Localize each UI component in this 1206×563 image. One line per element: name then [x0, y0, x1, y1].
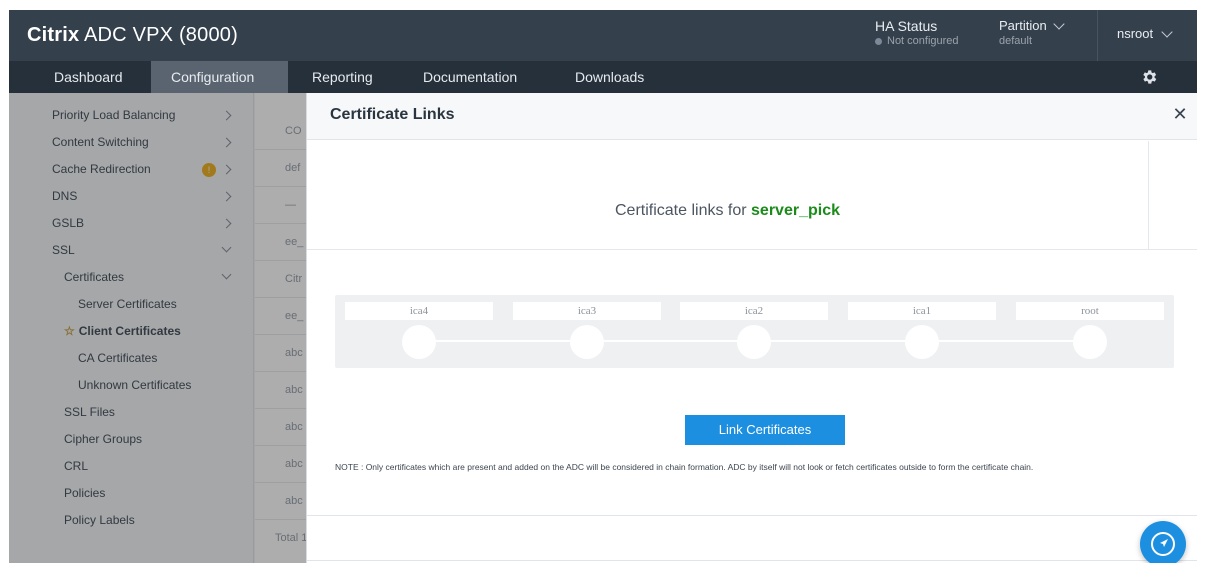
cert-links-prefix: Certificate links for	[614, 202, 747, 219]
ha-status-value: Not configured	[887, 35, 959, 47]
partition-selector[interactable]: Partition default	[999, 17, 1065, 47]
band-divider	[1148, 141, 1149, 250]
tab-label: Dashboard	[54, 69, 123, 85]
chain-formation-note: NOTE : Only certificates which are prese…	[335, 462, 1034, 472]
chain-node-ica1: ica1	[848, 302, 996, 359]
tab-documentation[interactable]: Documentation	[423, 61, 553, 93]
close-icon[interactable]: ✕	[1171, 105, 1189, 123]
chain-node-circle[interactable]	[905, 325, 939, 359]
chevron-down-icon	[1161, 25, 1173, 38]
tab-downloads[interactable]: Downloads	[575, 61, 675, 93]
cert-heading-band: Certificate links for server_pick	[307, 141, 1197, 250]
chain-node-label: ica1	[848, 302, 996, 320]
ha-status-title: HA Status	[875, 18, 938, 34]
certificate-chain: ica4 ica3 ica2 ica1 root	[335, 295, 1174, 368]
tab-configuration[interactable]: Configuration	[151, 61, 288, 93]
user-menu[interactable]: nsroot	[1117, 25, 1173, 41]
tab-dashboard[interactable]: Dashboard	[39, 61, 139, 93]
link-certificates-button[interactable]: Link Certificates	[685, 415, 845, 445]
partition-title-row: Partition	[999, 17, 1065, 33]
certificate-links-dialog: Certificate Links ✕ Certificate links fo…	[306, 93, 1197, 563]
ha-status[interactable]: HA Status Not configured	[875, 18, 959, 47]
main-nav: Dashboard Configuration Reporting Docume…	[9, 61, 1197, 93]
compass-arrow-icon	[1151, 532, 1175, 556]
chain-node-label: ica4	[345, 302, 493, 320]
tab-label: Reporting	[312, 69, 373, 85]
status-dot-icon	[875, 37, 882, 45]
tab-reporting[interactable]: Reporting	[312, 61, 402, 93]
partition-title: Partition	[999, 18, 1047, 33]
tab-label: Downloads	[575, 69, 645, 85]
chain-node-ica3: ica3	[513, 302, 661, 359]
dialog-title: Certificate Links	[330, 106, 455, 123]
dialog-header: Certificate Links ✕	[307, 93, 1197, 140]
chain-node-ica4: ica4	[345, 302, 493, 359]
cert-name: server_pick	[751, 202, 840, 219]
brand-title: Citrix ADC VPX (8000)	[27, 24, 238, 47]
user-name: nsroot	[1117, 26, 1154, 41]
ha-status-value-row: Not configured	[875, 35, 959, 47]
chain-node-circle[interactable]	[570, 325, 604, 359]
navigate-button[interactable]	[1140, 521, 1186, 563]
chain-node-root: root	[1016, 302, 1164, 359]
dialog-footer-divider	[307, 515, 1197, 516]
brand-name: Citrix	[27, 24, 80, 46]
header-divider	[1097, 10, 1098, 61]
chain-node-label: ica2	[680, 302, 828, 320]
chain-node-ica2: ica2	[680, 302, 828, 359]
chain-node-circle[interactable]	[737, 325, 771, 359]
dialog-bottom-divider	[307, 560, 1197, 561]
cert-links-heading: Certificate links for server_pick	[307, 202, 1148, 220]
gear-icon[interactable]	[1140, 68, 1158, 86]
top-header: Citrix ADC VPX (8000) HA Status Not conf…	[9, 10, 1197, 61]
app-window: Citrix ADC VPX (8000) HA Status Not conf…	[9, 10, 1197, 563]
partition-value: default	[999, 35, 1033, 47]
chain-node-circle[interactable]	[1073, 325, 1107, 359]
brand-product: ADC VPX (8000)	[83, 24, 238, 46]
tab-label: Configuration	[171, 69, 255, 85]
chain-node-label: ica3	[513, 302, 661, 320]
chevron-down-icon	[1053, 17, 1065, 30]
chain-node-label: root	[1016, 302, 1164, 320]
chain-node-circle[interactable]	[402, 325, 436, 359]
tab-label: Documentation	[423, 69, 518, 85]
